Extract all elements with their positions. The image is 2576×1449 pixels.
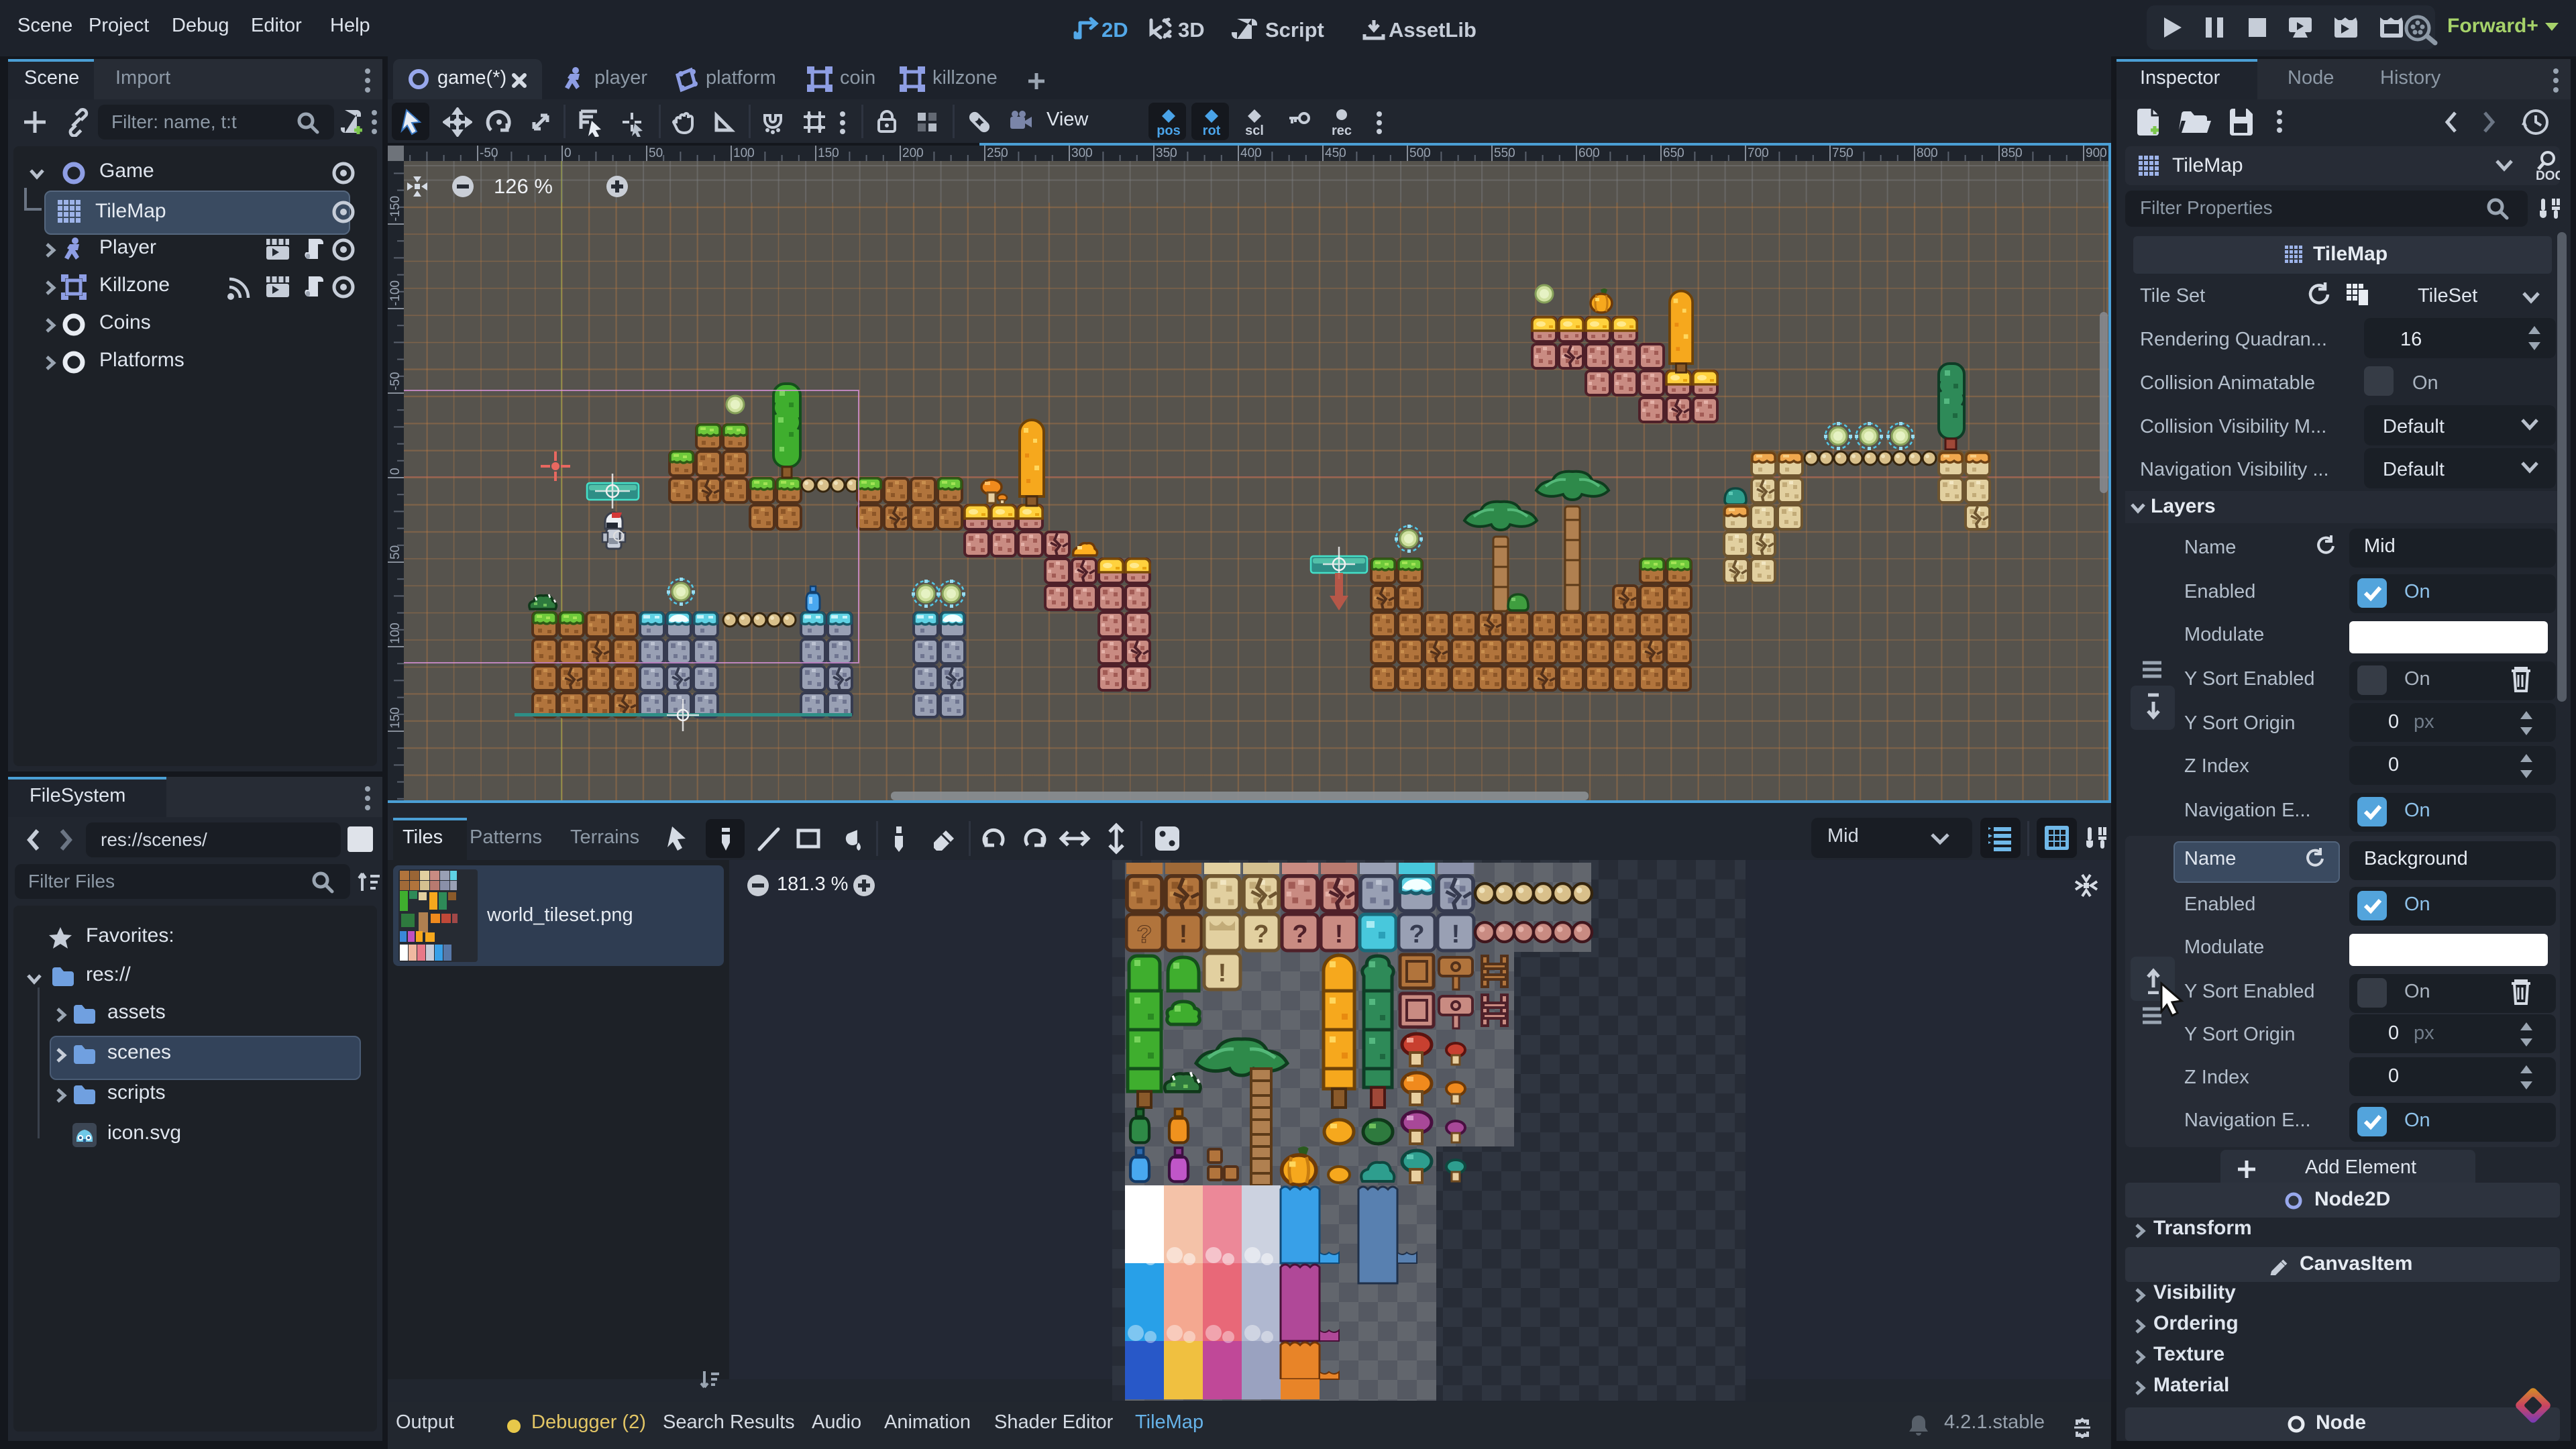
svg-text:900: 900: [2086, 146, 2107, 160]
svg-text:300: 300: [1071, 146, 1093, 160]
svg-text:600: 600: [1578, 146, 1600, 160]
svg-text:!: !: [1218, 959, 1227, 987]
svg-text:scl: scl: [1245, 123, 1264, 138]
svg-text:Script: Script: [1265, 18, 1324, 42]
svg-text:DOC: DOC: [2536, 169, 2560, 183]
svg-text:3D: 3D: [1178, 18, 1205, 42]
svg-text:250: 250: [987, 146, 1008, 160]
svg-text:AssetLib: AssetLib: [1389, 18, 1477, 42]
svg-text:350: 350: [1156, 146, 1177, 160]
svg-text:-50: -50: [480, 146, 498, 160]
svg-text:100: 100: [733, 146, 755, 160]
svg-text:rot: rot: [1203, 123, 1221, 138]
svg-text:500: 500: [1409, 146, 1431, 160]
svg-text:750: 750: [1832, 146, 1854, 160]
svg-text:?: ?: [1292, 920, 1307, 949]
svg-text:-100: -100: [388, 280, 402, 306]
svg-text:2D: 2D: [1102, 18, 1128, 42]
svg-text:400: 400: [1240, 146, 1262, 160]
svg-text:150: 150: [388, 707, 402, 729]
svg-text:?: ?: [1253, 920, 1269, 949]
svg-text:700: 700: [1748, 146, 1769, 160]
svg-text:450: 450: [1325, 146, 1346, 160]
svg-text:!: !: [1179, 920, 1188, 949]
svg-text:!: !: [1452, 920, 1460, 949]
svg-text:50: 50: [388, 545, 402, 559]
svg-text:-150: -150: [388, 196, 402, 221]
svg-text:550: 550: [1494, 146, 1515, 160]
svg-text:100: 100: [388, 623, 402, 644]
svg-text:150: 150: [818, 146, 839, 160]
svg-text:-50: -50: [388, 372, 402, 390]
svg-text:200: 200: [902, 146, 924, 160]
svg-text:850: 850: [2001, 146, 2023, 160]
svg-text:pos: pos: [1157, 123, 1181, 138]
svg-text:0: 0: [388, 468, 402, 475]
svg-text:0: 0: [564, 146, 572, 160]
svg-text:?: ?: [1409, 920, 1424, 949]
svg-text:800: 800: [1917, 146, 1938, 160]
svg-text:50: 50: [649, 146, 663, 160]
svg-text:!: !: [1335, 920, 1344, 949]
svg-text:rec: rec: [1332, 123, 1352, 138]
svg-text:650: 650: [1663, 146, 1684, 160]
